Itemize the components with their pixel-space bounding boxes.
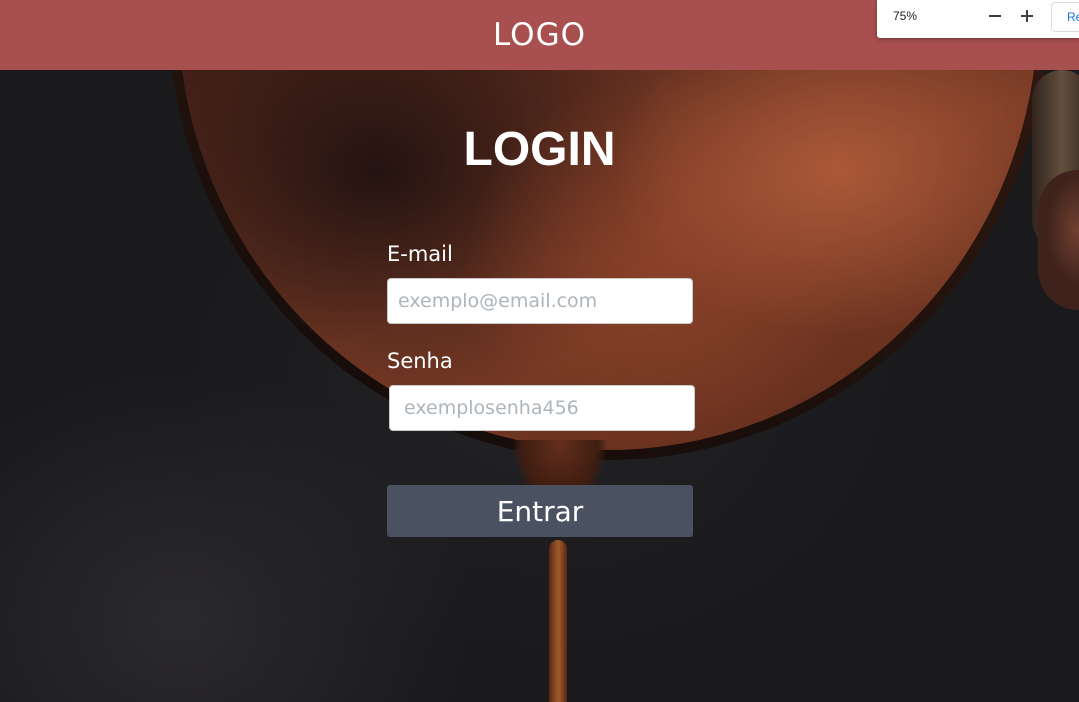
logo[interactable]: LOGO — [493, 17, 586, 53]
background-photo — [0, 0, 1079, 702]
password-field[interactable] — [389, 385, 695, 431]
minus-icon — [989, 15, 1001, 17]
email-label: E-mail — [387, 242, 453, 266]
browser-zoom-popup: 75% Re — [877, 0, 1079, 38]
zoom-reset-button[interactable]: Re — [1051, 2, 1079, 32]
zoom-level: 75% — [893, 9, 918, 23]
zoom-in-button[interactable] — [1015, 4, 1039, 28]
email-field[interactable] — [387, 278, 693, 324]
login-button[interactable]: Entrar — [387, 485, 693, 537]
zoom-out-button[interactable] — [983, 4, 1007, 28]
password-label: Senha — [387, 349, 453, 373]
plus-icon — [1021, 10, 1033, 22]
background-overlay — [0, 0, 1079, 702]
page-title: LOGIN — [463, 123, 616, 176]
